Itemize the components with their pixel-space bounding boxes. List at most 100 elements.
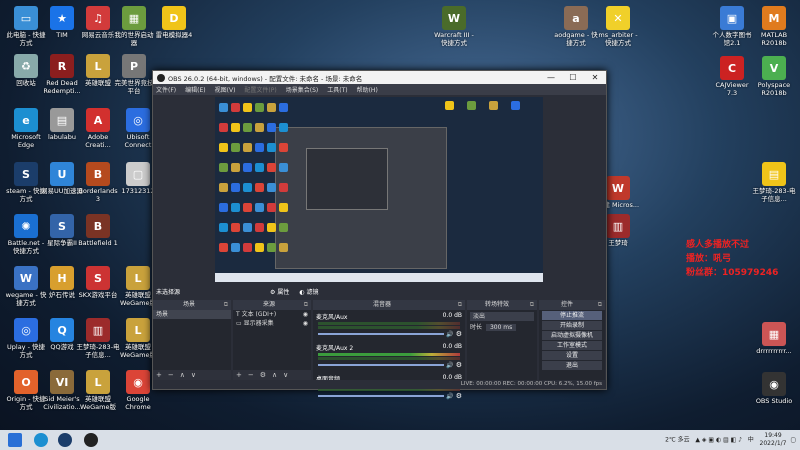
visibility-icon[interactable]: ◉ xyxy=(303,310,308,319)
gear-icon[interactable]: ⚙ xyxy=(456,392,462,400)
desktop-icon[interactable]: M MATLAB R2018b xyxy=(752,6,796,47)
menu-item[interactable]: 编辑(E) xyxy=(185,85,205,94)
control-button[interactable]: 工作室模式 xyxy=(542,341,602,350)
preview-desktop-icon xyxy=(243,123,252,132)
filters-button[interactable]: ◐ 滤镜 xyxy=(299,287,318,296)
desktop-icon[interactable]: ◉ OBS Studio xyxy=(752,372,796,405)
desktop-icon[interactable]: S SKX游戏平台 xyxy=(76,266,120,299)
preview-desktop-icon xyxy=(231,243,240,252)
desktop-icon[interactable]: C CAJViewer 7.3 xyxy=(710,56,754,97)
maximize-icon[interactable]: ☐ xyxy=(562,73,584,82)
control-button[interactable]: 启动虚拟摄像机 xyxy=(542,331,602,340)
notification-icon[interactable]: ▢ xyxy=(790,437,796,444)
ime-indicator[interactable]: 中 xyxy=(748,437,754,444)
app-icon: L xyxy=(86,370,110,394)
desktop-icon[interactable]: W Warcraft III - 快捷方式 xyxy=(432,6,476,47)
desktop-icon[interactable]: ▣ 个人数字图书馆2.1 xyxy=(710,6,754,47)
speaker-icon[interactable]: 🔊 xyxy=(446,362,453,369)
desktop-icon-label: Battlefield 1 xyxy=(78,239,118,247)
close-icon[interactable]: ✕ xyxy=(584,73,606,82)
speaker-icon[interactable]: 🔊 xyxy=(446,331,453,338)
preview-desktop-icon xyxy=(219,183,228,192)
desktop-icon-label: 完美世界竞技平台 xyxy=(114,79,154,95)
desktop-icon-label: Google Chrome xyxy=(125,395,151,411)
app-icon: U xyxy=(50,162,74,186)
menu-item[interactable]: 场景集合(S) xyxy=(286,85,319,94)
down-icon[interactable]: ∨ xyxy=(283,371,288,379)
menu-item[interactable]: 文件(F) xyxy=(156,85,176,94)
desktop-icon[interactable]: A Adobe Creati... xyxy=(76,108,120,149)
scene-item[interactable]: 场景 xyxy=(153,310,231,319)
dock-float-icon[interactable]: ⧉ xyxy=(530,300,534,310)
desktop-icon[interactable]: L 英雄联盟WeGame版 xyxy=(76,370,120,411)
speaker-icon[interactable]: 🔊 xyxy=(446,393,453,400)
control-button[interactable]: 开始录制 xyxy=(542,321,602,330)
minimize-icon[interactable]: — xyxy=(540,73,562,82)
app-icon: ♫ xyxy=(86,6,110,30)
gear-icon[interactable]: ⚙ xyxy=(456,330,462,338)
add-icon[interactable]: + xyxy=(236,371,242,379)
remove-icon[interactable]: − xyxy=(248,371,254,379)
up-icon[interactable]: ∧ xyxy=(272,371,277,379)
desktop-icon[interactable]: ▤ 王梦琦-283-电子信息... xyxy=(752,162,796,203)
down-icon[interactable]: ∨ xyxy=(191,371,196,379)
dock-float-icon[interactable]: ⧉ xyxy=(304,300,308,310)
sources-title: 来源 xyxy=(263,301,276,308)
app-icon: L xyxy=(86,54,110,78)
desktop-icon-label: CAJViewer 7.3 xyxy=(715,81,749,97)
app-icon: P xyxy=(122,54,146,78)
steam-icon[interactable] xyxy=(58,433,72,447)
control-button[interactable]: 退出 xyxy=(542,361,602,370)
monitor-source-icon: ▭ xyxy=(236,320,242,327)
volume-slider[interactable] xyxy=(318,333,445,335)
preview-canvas[interactable] xyxy=(215,97,543,282)
menu-item[interactable]: 工具(T) xyxy=(327,85,347,94)
obs-taskbar-icon[interactable] xyxy=(84,433,98,447)
desktop-icon[interactable]: B Battlefield 1 xyxy=(76,214,120,247)
app-icon: S xyxy=(50,214,74,238)
desktop-icon[interactable]: a aodgame - 快捷方式 xyxy=(554,6,598,47)
control-button[interactable]: 停止推流 xyxy=(542,311,602,320)
app-icon: ✺ xyxy=(14,214,38,238)
preview-desktop-icon xyxy=(445,101,454,110)
desktop-icon[interactable]: ▦ drrrrrrrrrr... xyxy=(752,322,796,355)
desktop-icon[interactable]: ▦ 我的世界启动器 xyxy=(112,6,156,47)
volume-slider[interactable] xyxy=(318,364,445,366)
edge-icon[interactable] xyxy=(34,433,48,447)
dock-float-icon[interactable]: ⧉ xyxy=(224,300,228,310)
properties-button[interactable]: ⚙ 属性 xyxy=(270,287,289,296)
app-icon: O xyxy=(14,370,38,394)
control-button[interactable]: 设置 xyxy=(542,351,602,360)
menu-item[interactable]: 配置文件(P) xyxy=(244,85,276,94)
volume-slider[interactable] xyxy=(318,395,445,397)
menu-item[interactable]: 帮助(H) xyxy=(357,85,378,94)
gear-icon[interactable]: ⚙ xyxy=(456,361,462,369)
desktop-icon[interactable]: V Polyspace R2018b xyxy=(752,56,796,97)
add-icon[interactable]: + xyxy=(156,371,162,379)
source-item[interactable]: T 文本 (GDI+) ◉ xyxy=(233,310,311,319)
duration-input[interactable]: 300 ms xyxy=(485,324,517,331)
dock-float-icon[interactable]: ⧉ xyxy=(458,300,462,310)
app-icon: e xyxy=(14,108,38,132)
desktop-icon[interactable]: D 雷电模拟器4 xyxy=(152,6,196,39)
source-toolbar: 未选择源 ⚙ 属性 ◐ 滤镜 xyxy=(153,285,606,297)
obs-app-icon xyxy=(157,73,165,82)
preview-desktop-icon xyxy=(267,163,276,172)
visibility-icon[interactable]: ◉ xyxy=(303,319,308,328)
source-item[interactable]: ▭ 显示器采集 ◉ xyxy=(233,319,311,328)
preview-desktop-icon xyxy=(219,103,228,112)
gear-icon[interactable]: ⚙ xyxy=(260,371,266,379)
weather-label[interactable]: 2℃ 多云 xyxy=(665,437,689,444)
app-icon: V xyxy=(762,56,786,80)
transition-select[interactable]: 淡出 xyxy=(470,312,534,321)
dock-float-icon[interactable]: ⧉ xyxy=(598,300,602,310)
clock[interactable]: 19:49 2022/1/7 xyxy=(760,432,787,448)
menu-item[interactable]: 视图(V) xyxy=(215,85,236,94)
desktop-icon[interactable]: ▥ 王梦琦-283-电子信息... xyxy=(76,318,120,359)
up-icon[interactable]: ∧ xyxy=(180,371,185,379)
desktop-icon[interactable]: B Borderlands 3 xyxy=(76,162,120,203)
remove-icon[interactable]: − xyxy=(168,371,174,379)
desktop-icon[interactable]: ✕ ms_arbiter - 快捷方式 xyxy=(596,6,640,47)
desktop-icon[interactable]: P 完美世界竞技平台 xyxy=(112,54,156,95)
windows-start-icon[interactable] xyxy=(8,433,22,447)
